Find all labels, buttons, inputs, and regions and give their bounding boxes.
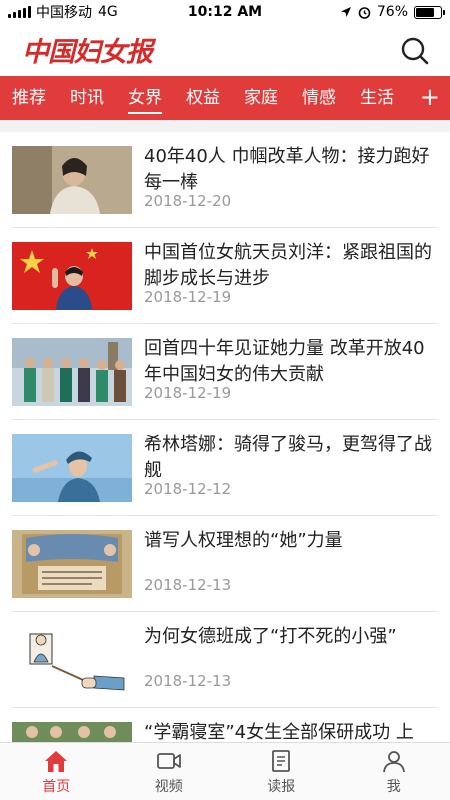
tab-家庭[interactable]: 家庭 <box>244 76 278 120</box>
article-thumbnail <box>12 338 132 406</box>
status-bar: 中国移动 4G 10:12 AM 76% <box>0 0 450 24</box>
article-title: 希林塔娜：骑得了骏马，更驾得了战舰 <box>144 434 432 481</box>
user-icon <box>382 751 405 773</box>
article-title: 谱写人权理想的“她”力量 <box>144 530 343 551</box>
app-header: 中国妇女报 <box>0 24 450 76</box>
tab-情感[interactable]: 情感 <box>302 76 336 120</box>
battery-icon <box>414 5 445 19</box>
signal-strength-icon <box>8 6 31 18</box>
tab-权益[interactable]: 权益 <box>186 76 220 120</box>
article-item[interactable]: 中国首位女航天员刘洋：紧跟祖国的脚步成长与进步 2018-12-19 <box>12 228 438 324</box>
app-logo: 中国妇女报 <box>22 37 153 68</box>
category-nav: 推荐 时讯 女界 权益 家庭 情感 生活 + <box>0 76 450 120</box>
home-icon <box>45 751 68 772</box>
tab-me[interactable]: 我 <box>338 743 450 800</box>
article-date: 2018-12-19 <box>144 384 232 402</box>
video-icon <box>156 753 181 769</box>
tab-newspaper[interactable]: 读报 <box>225 743 338 800</box>
tab-label: 读报 <box>267 779 296 795</box>
tab-生活[interactable]: 生活 <box>360 76 394 120</box>
tab-label: 首页 <box>42 779 71 795</box>
article-date: 2018-12-19 <box>144 288 232 306</box>
article-date: 2018-12-20 <box>144 192 232 210</box>
section-divider <box>0 120 450 132</box>
alarm-icon <box>358 6 371 19</box>
tab-时讯[interactable]: 时讯 <box>70 76 104 120</box>
article-date: 2018-12-12 <box>144 480 232 498</box>
article-thumbnail <box>12 626 132 694</box>
article-thumbnail <box>12 242 132 310</box>
article-thumbnail <box>12 530 132 598</box>
location-icon <box>340 7 351 17</box>
add-category-button[interactable]: + <box>420 82 440 112</box>
bottom-tab-bar: 首页 视频 读报 我 <box>0 742 450 800</box>
article-item[interactable]: 为何女德班成了“打不死的小强” 2018-12-13 <box>12 612 438 708</box>
article-date: 2018-12-13 <box>144 672 232 690</box>
tab-label: 我 <box>386 779 401 795</box>
article-item[interactable]: 回首四十年见证她力量 改革开放40年中国妇女的伟大贡献 2018-12-19 <box>12 324 438 420</box>
network-type: 4G <box>98 4 118 20</box>
tab-video[interactable]: 视频 <box>113 743 226 800</box>
battery-percent: 76% <box>376 4 408 20</box>
article-thumbnail <box>12 434 132 502</box>
carrier-name: 中国移动 <box>36 5 92 21</box>
article-date: 2018-12-13 <box>144 576 232 594</box>
article-item[interactable]: 40年40人 巾帼改革人物：接力跑好每一棒 2018-12-20 <box>12 132 438 228</box>
search-icon[interactable] <box>400 36 430 66</box>
article-title: 为何女德班成了“打不死的小强” <box>144 626 397 647</box>
article-title: 中国首位女航天员刘洋：紧跟祖国的脚步成长与进步 <box>144 242 432 289</box>
article-list: 40年40人 巾帼改革人物：接力跑好每一棒 2018-12-20 中国首位女航天… <box>0 132 450 800</box>
article-thumbnail <box>12 146 132 214</box>
tab-label: 视频 <box>154 779 183 795</box>
article-title: 回首四十年见证她力量 改革开放40年中国妇女的伟大贡献 <box>144 338 425 385</box>
tab-女界[interactable]: 女界 <box>128 76 162 120</box>
article-item[interactable]: 希林塔娜：骑得了骏马，更驾得了战舰 2018-12-12 <box>12 420 438 516</box>
article-title: 40年40人 巾帼改革人物：接力跑好每一棒 <box>144 146 430 193</box>
article-item[interactable]: 谱写人权理想的“她”力量 2018-12-13 <box>12 516 438 612</box>
tab-home[interactable]: 首页 <box>0 743 113 800</box>
tab-推荐[interactable]: 推荐 <box>12 76 46 120</box>
newspaper-icon <box>272 750 291 772</box>
